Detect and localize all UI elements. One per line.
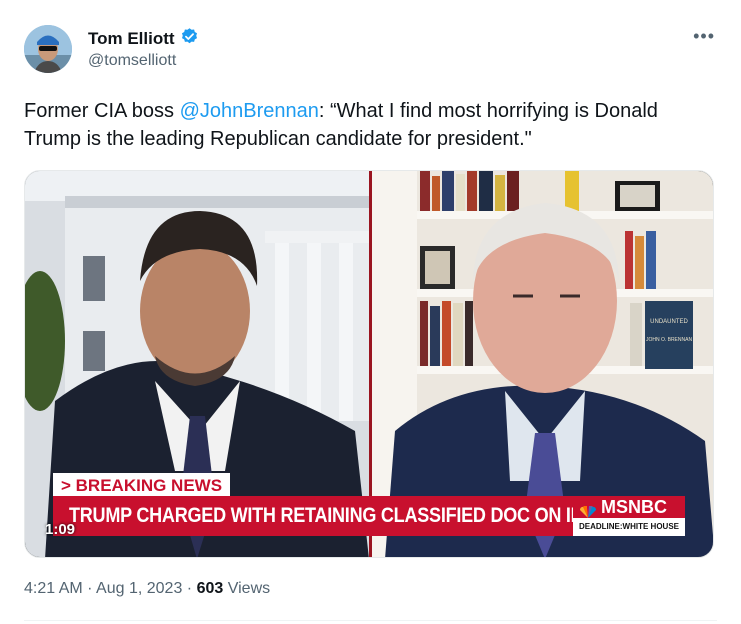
peacock-icon [579, 501, 597, 518]
tweet: Tom Elliott @tomselliott ••• Former CIA … [0, 0, 741, 624]
meta-separator: · [87, 580, 97, 597]
author-name-row[interactable]: Tom Elliott [88, 27, 199, 51]
avatar[interactable] [24, 25, 72, 73]
book-author: JOHN O. BRENNAN [646, 337, 693, 343]
views-label: Views [227, 580, 271, 597]
more-horizontal-icon[interactable]: ••• [693, 26, 715, 47]
views-count: 603 [196, 580, 224, 597]
show-name: DEADLINE:WHITE HOUSE [573, 518, 685, 536]
book-title: UNDAUNTED [650, 319, 688, 325]
meta-separator: · [186, 580, 197, 597]
video-player[interactable]: UNDAUNTED JOHN O. BRENNAN > BREAKING NEW… [24, 170, 714, 558]
verified-badge-icon [180, 27, 199, 51]
tweet-date[interactable]: Aug 1, 2023 [96, 580, 182, 597]
tweet-text-prefix: Former CIA boss [24, 100, 180, 122]
tweet-text: Former CIA boss @JohnBrennan: “What I fi… [24, 97, 714, 153]
headline-banner: TRUMP CHARGED WITH RETAINING CLASSIFIED … [53, 496, 573, 536]
divider [24, 620, 717, 621]
mention-link[interactable]: @JohnBrennan [180, 100, 319, 122]
breaking-news-label: > BREAKING NEWS [53, 473, 231, 497]
avatar-image [24, 25, 72, 73]
headline-text: TRUMP CHARGED WITH RETAINING CLASSIFIED … [69, 504, 573, 527]
author-handle[interactable]: @tomselliott [88, 52, 176, 70]
tweet-time[interactable]: 4:21 AM [24, 580, 83, 597]
author-name[interactable]: Tom Elliott [88, 29, 175, 49]
network-logo: MSNBC [573, 496, 685, 518]
video-duration: 1:09 [45, 521, 76, 538]
network-name: MSNBC [601, 497, 667, 517]
tweet-meta: 4:21 AM · Aug 1, 2023 · 603 Views [24, 580, 270, 598]
